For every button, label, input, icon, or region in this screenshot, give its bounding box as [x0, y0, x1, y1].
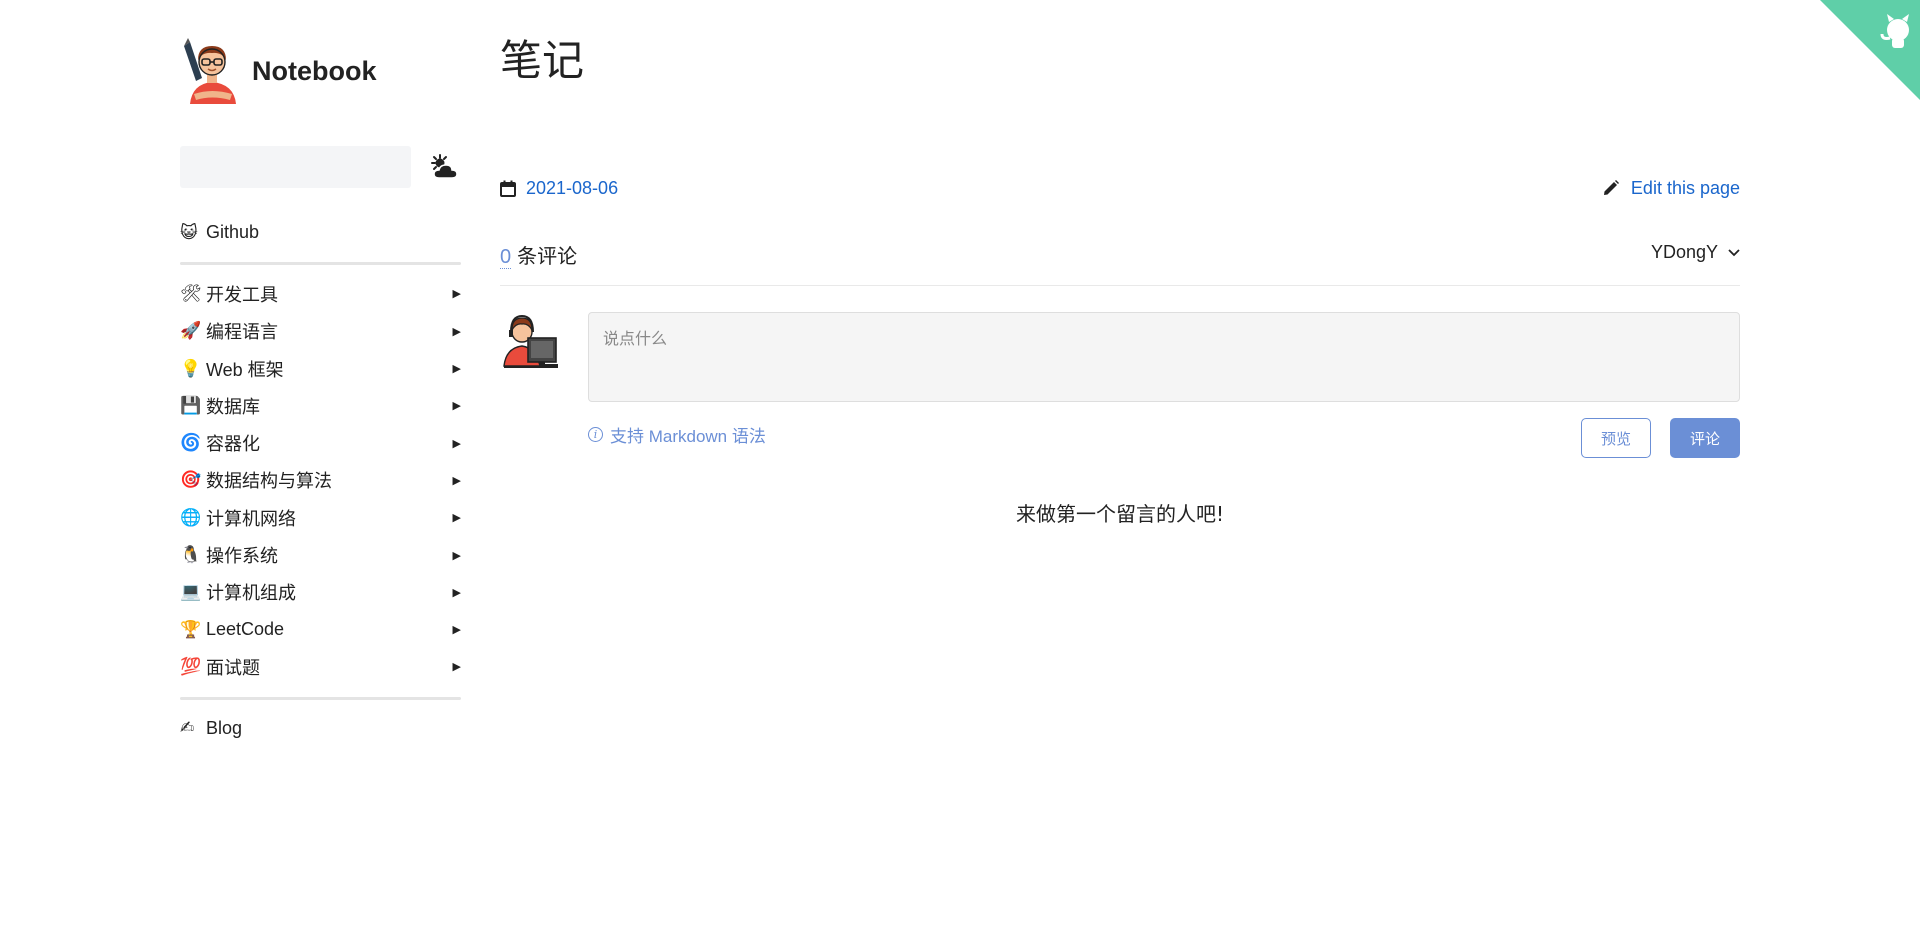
search-input[interactable] — [180, 146, 411, 188]
sun-cloud-icon — [431, 154, 458, 179]
comments-header: 0 条评论 YDongY — [500, 236, 1740, 286]
user-name: YDongY — [1650, 242, 1718, 262]
cat-emoji-icon: 😺 — [180, 222, 198, 243]
preview-button[interactable]: 预览 — [1581, 418, 1651, 458]
hundred-points-emoji-icon: 💯 — [180, 656, 202, 677]
pencil-icon — [1603, 180, 1619, 195]
edit-page-link[interactable]: Edit this page — [1603, 178, 1740, 199]
empty-comments-message: 来做第一个留言的人吧! — [1015, 502, 1225, 526]
sidebar-item-algorithms[interactable]: 🎯 数据结构与算法 ▶ — [180, 462, 461, 499]
comment-input[interactable] — [588, 312, 1740, 402]
sidebar-item-computer-organization[interactable]: 💻 计算机组成 ▶ — [180, 574, 461, 611]
sidebar-item-blog[interactable]: ✍ Blog — [180, 710, 461, 747]
sidebar: Notebook 😺 Github 🛠 开发工具 ▶ 🚀 编程语言 ▶ 💡 We… — [180, 36, 461, 747]
user-avatar — [503, 314, 558, 368]
comment-count: 0 条评论 — [500, 240, 577, 269]
sidebar-item-label: 计算机组成 — [206, 583, 296, 604]
sidebar-item-label: LeetCode — [206, 619, 285, 640]
sidebar-item-label: 面试题 — [206, 657, 260, 678]
sidebar-item-operating-systems[interactable]: 🐧 操作系统 ▶ — [180, 536, 461, 573]
sidebar-item-label: 编程语言 — [206, 322, 278, 343]
brand-title: Notebook — [252, 55, 377, 86]
sidebar-item-github[interactable]: 😺 Github — [180, 214, 461, 251]
github-corner-link[interactable] — [1820, 0, 1920, 100]
writing-hand-emoji-icon: ✍ — [180, 718, 195, 739]
theme-toggle-button[interactable] — [429, 152, 459, 182]
expand-arrow-icon: ▶ — [452, 474, 461, 487]
sidebar-item-languages[interactable]: 🚀 编程语言 ▶ — [180, 313, 461, 350]
sidebar-item-label: 操作系统 — [206, 546, 278, 567]
tools-emoji-icon: 🛠 — [180, 283, 202, 304]
calendar-icon — [500, 180, 516, 197]
user-menu[interactable]: YDongY — [1651, 242, 1740, 263]
sidebar-item-dev-tools[interactable]: 🛠 开发工具 ▶ — [180, 275, 461, 312]
sidebar-top-links: 😺 Github — [180, 214, 461, 251]
expand-arrow-icon: ▶ — [452, 661, 461, 674]
sidebar-item-label: Github — [206, 222, 260, 243]
brand-link[interactable]: Notebook — [180, 36, 461, 106]
sidebar-sections: 🛠 开发工具 ▶ 🚀 编程语言 ▶ 💡 Web 框架 ▶ 💾 数据库 ▶ 🌀 容… — [180, 275, 461, 685]
sidebar-bottom-links: ✍ Blog — [180, 710, 461, 747]
expand-arrow-icon: ▶ — [452, 400, 461, 413]
comment-count-number[interactable]: 0 — [500, 246, 512, 269]
lightbulb-emoji-icon: 💡 — [180, 358, 202, 379]
sidebar-item-containers[interactable]: 🌀 容器化 ▶ — [180, 424, 461, 461]
edit-page-label: Edit this page — [1630, 177, 1740, 198]
info-icon: i — [588, 427, 603, 442]
page-meta: 2021-08-06 Edit this page — [500, 176, 1740, 200]
sidebar-item-label: Web 框架 — [206, 359, 284, 380]
trophy-emoji-icon: 🏆 — [180, 619, 202, 640]
page-title: 笔记 — [500, 36, 585, 85]
expand-arrow-icon: ▶ — [452, 325, 461, 338]
expand-arrow-icon: ▶ — [452, 288, 461, 301]
page-date: 2021-08-06 — [526, 177, 619, 198]
developer-avatar-icon — [184, 38, 236, 104]
markdown-help-link[interactable]: i 支持 Markdown 语法 — [588, 422, 766, 447]
submit-comment-button[interactable]: 评论 — [1670, 418, 1740, 458]
sidebar-item-label: 数据结构与算法 — [206, 471, 332, 492]
chevron-down-icon — [1728, 248, 1740, 256]
floppy-disk-emoji-icon: 💾 — [180, 395, 202, 416]
expand-arrow-icon: ▶ — [452, 363, 461, 376]
search-row — [180, 146, 461, 188]
comment-count-suffix: 条评论 — [517, 246, 578, 268]
globe-emoji-icon: 🌐 — [180, 507, 202, 528]
sidebar-item-web-frameworks[interactable]: 💡 Web 框架 ▶ — [180, 350, 461, 387]
laptop-emoji-icon: 💻 — [180, 582, 202, 603]
expand-arrow-icon: ▶ — [452, 549, 461, 562]
cyclone-emoji-icon: 🌀 — [180, 433, 202, 454]
target-emoji-icon: 🎯 — [180, 470, 202, 491]
sidebar-item-label: 计算机网络 — [206, 508, 296, 529]
rocket-emoji-icon: 🚀 — [180, 321, 202, 342]
expand-arrow-icon: ▶ — [452, 512, 461, 525]
sidebar-item-label: 数据库 — [206, 396, 260, 417]
sidebar-divider — [180, 262, 461, 266]
expand-arrow-icon: ▶ — [452, 624, 461, 637]
sidebar-item-databases[interactable]: 💾 数据库 ▶ — [180, 387, 461, 424]
sidebar-item-label: 容器化 — [206, 434, 260, 455]
expand-arrow-icon: ▶ — [452, 437, 461, 450]
sidebar-item-label: Blog — [206, 717, 243, 738]
penguin-emoji-icon: 🐧 — [180, 545, 202, 566]
sidebar-divider — [180, 696, 461, 700]
sidebar-item-interview[interactable]: 💯 面试题 ▶ — [180, 648, 461, 685]
expand-arrow-icon: ▶ — [452, 586, 461, 599]
sidebar-item-leetcode[interactable]: 🏆 LeetCode ▶ — [180, 611, 461, 648]
last-updated: 2021-08-06 — [500, 178, 618, 199]
sidebar-item-networking[interactable]: 🌐 计算机网络 ▶ — [180, 499, 461, 536]
sidebar-item-label: 开发工具 — [206, 284, 278, 305]
markdown-hint-label: 支持 Markdown 语法 — [610, 427, 766, 446]
